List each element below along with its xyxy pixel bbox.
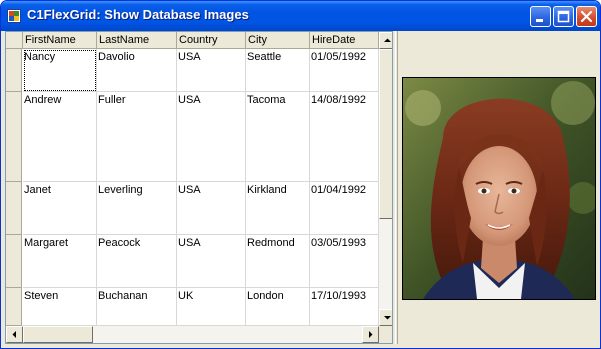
column-header-lastname[interactable]: LastName — [97, 32, 177, 49]
arrow-right-icon — [369, 331, 373, 338]
scroll-down-button[interactable] — [379, 309, 392, 326]
horizontal-scrollbar[interactable] — [6, 326, 379, 343]
row-header[interactable] — [6, 49, 22, 92]
arrow-down-icon — [384, 316, 391, 320]
grid-cell-city[interactable]: Kirkland — [246, 182, 310, 235]
horizontal-scroll-thumb[interactable] — [23, 326, 93, 343]
app-icon[interactable] — [7, 9, 21, 23]
row-header[interactable] — [6, 235, 22, 288]
maximize-icon — [557, 10, 570, 23]
main-window: C1FlexGrid: Show Database Images FirstNa… — [0, 0, 601, 349]
splitter[interactable] — [395, 31, 398, 344]
grid-cell-city[interactable]: Tacoma — [246, 92, 310, 182]
scroll-right-button[interactable] — [362, 326, 379, 343]
scroll-left-button[interactable] — [6, 326, 23, 343]
close-icon — [580, 10, 593, 23]
grid-cell-city[interactable]: Redmond — [246, 235, 310, 288]
column-header-country[interactable]: Country — [177, 32, 246, 49]
minimize-icon — [536, 19, 543, 22]
grid-cell-lastname[interactable]: Peacock — [97, 235, 177, 288]
row-header[interactable] — [6, 288, 22, 326]
flex-grid[interactable]: FirstName LastName Country City HireDate… — [5, 31, 393, 344]
vertical-scrollbar[interactable] — [379, 32, 392, 326]
grid-cell-country[interactable]: USA — [177, 49, 246, 92]
grid-cell-firstname[interactable]: Andrew — [23, 92, 97, 182]
minimize-button[interactable] — [530, 6, 551, 27]
vertical-scroll-thumb[interactable] — [379, 49, 392, 219]
grid-cell-hiredate[interactable]: 17/10/1993 — [310, 288, 379, 326]
grid-cell-firstname[interactable]: Janet — [23, 182, 97, 235]
grid-cell-lastname[interactable]: Buchanan — [97, 288, 177, 326]
grid-cell-hiredate[interactable]: 01/05/1992 — [310, 49, 379, 92]
grid-cell-lastname[interactable]: Davolio — [97, 49, 177, 92]
employee-photo — [402, 77, 596, 300]
window-title: C1FlexGrid: Show Database Images — [27, 7, 249, 22]
grid-cell-country[interactable]: USA — [177, 182, 246, 235]
row-header[interactable] — [6, 92, 22, 182]
arrow-left-icon — [12, 331, 16, 338]
scrollbar-corner — [379, 326, 392, 343]
grid-corner-header[interactable] — [6, 32, 23, 49]
grid-cell-firstname[interactable]: Nancy — [23, 49, 97, 92]
grid-cell-country[interactable]: USA — [177, 235, 246, 288]
grid-cell-firstname[interactable]: Steven — [23, 288, 97, 326]
grid-cell-hiredate[interactable]: 14/08/1992 — [310, 92, 379, 182]
grid-cell-firstname[interactable]: Margaret — [23, 235, 97, 288]
grid-cell-hiredate[interactable]: 01/04/1992 — [310, 182, 379, 235]
column-header-city[interactable]: City — [246, 32, 310, 49]
title-bar[interactable]: C1FlexGrid: Show Database Images — [1, 1, 600, 31]
portrait-photo-icon — [403, 78, 595, 299]
close-button[interactable] — [576, 6, 597, 27]
column-header-firstname[interactable]: FirstName — [23, 32, 97, 49]
grid-cell-city[interactable]: Seattle — [246, 49, 310, 92]
grid-cell-hiredate[interactable]: 03/05/1993 — [310, 235, 379, 288]
grid-cell-city[interactable]: London — [246, 288, 310, 326]
maximize-button[interactable] — [553, 6, 574, 27]
scroll-up-button[interactable] — [379, 32, 392, 49]
grid-cell-lastname[interactable]: Leverling — [97, 182, 177, 235]
grid-cell-lastname[interactable]: Fuller — [97, 92, 177, 182]
arrow-up-icon — [384, 38, 391, 42]
grid-cell-country[interactable]: UK — [177, 288, 246, 326]
column-header-hiredate[interactable]: HireDate — [310, 32, 379, 49]
grid-cell-country[interactable]: USA — [177, 92, 246, 182]
row-header[interactable] — [6, 182, 22, 235]
